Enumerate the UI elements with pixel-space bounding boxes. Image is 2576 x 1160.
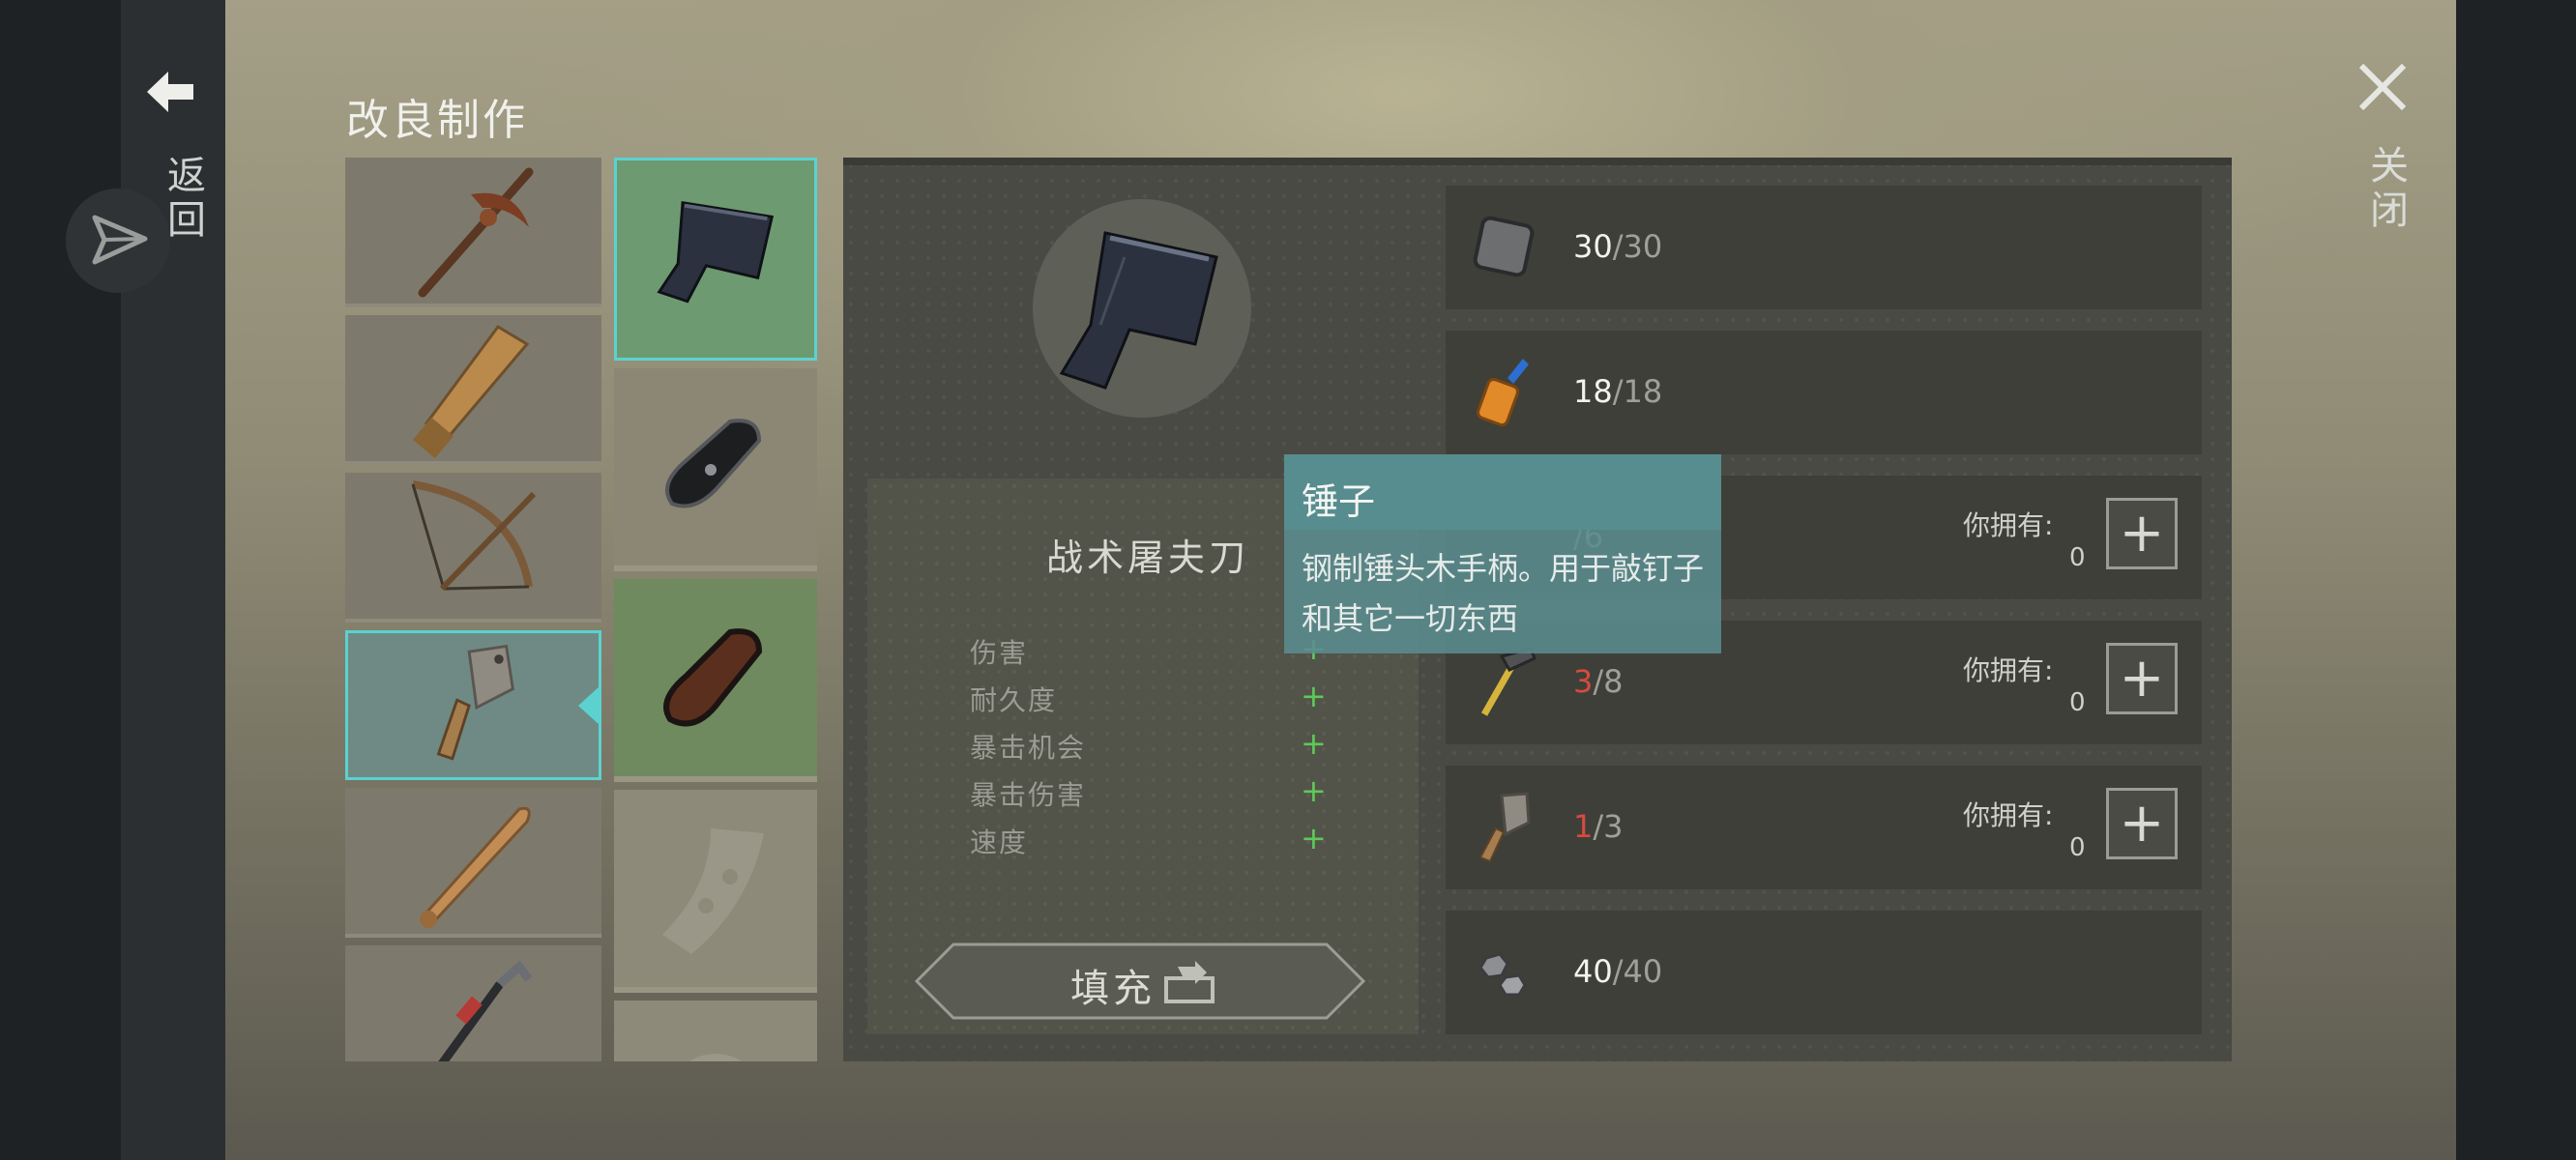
weapon-slot-plank[interactable] <box>345 315 601 465</box>
round-part-icon <box>688 1054 743 1061</box>
hammer-icon <box>1480 647 1537 716</box>
weapon-list[interactable] <box>345 158 601 1061</box>
back-arrow-icon <box>147 72 193 112</box>
page-title: 改良制作 <box>346 96 528 145</box>
material-count: 3/8 <box>1573 663 1624 700</box>
upgrade-slot-round-part[interactable] <box>614 1000 817 1061</box>
fill-button-label: 填充 <box>1070 967 1156 1011</box>
weapon-slot-bat[interactable] <box>345 788 601 938</box>
stat-label: 暴击伤害 <box>970 779 1087 811</box>
plus-icon: + <box>2119 792 2165 855</box>
cleaver-icon <box>436 644 514 761</box>
selection-pointer <box>578 686 600 725</box>
tooltip-title: 锤子 <box>1302 480 1376 523</box>
add-material-button[interactable]: + <box>2106 498 2178 569</box>
send-icon <box>92 215 148 265</box>
stat-value: + <box>1301 820 1327 856</box>
craft-panel-top-border <box>843 158 2232 165</box>
stat-label: 速度 <box>970 826 1029 858</box>
tactical-cleaver-icon <box>657 201 775 304</box>
screen-left-edge <box>0 0 121 1160</box>
fill-icon <box>1164 961 1215 1003</box>
black-grip-icon <box>665 419 762 508</box>
stat-value: + <box>1301 772 1327 809</box>
tooltip-description: 钢制锤头木手柄。用于敲钉子和其它一切东西 <box>1302 550 1705 637</box>
crossbow-icon <box>411 480 537 592</box>
upgrade-slot-tactical-cleaver[interactable] <box>614 158 817 361</box>
weapon-slot-crossbow[interactable] <box>345 473 601 623</box>
screen-right-edge <box>2456 0 2576 1160</box>
owned-value: 0 <box>2069 543 2086 572</box>
material-count: 30/30 <box>1573 228 1663 265</box>
upgrade-slot-wooden-grip[interactable] <box>614 579 817 782</box>
material-row <box>1446 766 2202 889</box>
close-label: 关闭 <box>2363 145 2408 234</box>
item-preview <box>1033 199 1251 418</box>
material-row <box>1446 186 2202 309</box>
owned-value: 0 <box>2069 833 2086 862</box>
back-button[interactable] <box>143 68 201 116</box>
cleaver-icon <box>1478 792 1531 863</box>
plus-icon: + <box>2119 502 2165 565</box>
close-button[interactable] <box>2354 58 2412 116</box>
item-name: 战术屠夫刀 <box>1046 536 1250 579</box>
material-row <box>1446 911 2202 1034</box>
stat-label: 耐久度 <box>970 684 1058 716</box>
material-count: 18/18 <box>1573 373 1663 410</box>
upgrade-slot-blade-part[interactable] <box>614 790 817 993</box>
metal-plate-icon <box>1473 216 1535 277</box>
weapon-slot-crowbar[interactable] <box>345 945 601 1061</box>
stat-label: 暴击机会 <box>970 732 1087 764</box>
close-icon <box>2358 63 2407 111</box>
blade-part-icon <box>662 828 764 954</box>
wooden-grip-icon <box>663 628 763 727</box>
wooden-plank-icon <box>412 325 530 459</box>
tactical-cleaver-icon <box>1059 231 1218 390</box>
pickaxe-icon <box>418 167 534 298</box>
stat-value: + <box>1301 678 1327 714</box>
share-button[interactable] <box>66 188 170 293</box>
weapon-slot-pickaxe[interactable] <box>345 158 601 307</box>
baseball-bat-icon <box>420 806 531 928</box>
material-row <box>1446 331 2202 454</box>
plus-icon: + <box>2119 647 2165 710</box>
upgrade-slot-black-grip[interactable] <box>614 368 817 571</box>
material-count: 40/40 <box>1573 953 1663 990</box>
add-material-button[interactable]: + <box>2106 643 2178 714</box>
owned-label: 你拥有: <box>1963 799 2054 831</box>
nuts-bolts-icon <box>1478 952 1527 997</box>
glue-icon <box>1476 359 1529 427</box>
upgrade-list[interactable] <box>614 158 817 1061</box>
crowbar-icon <box>438 960 533 1061</box>
stat-label: 伤害 <box>970 637 1029 669</box>
owned-value: 0 <box>2069 688 2086 717</box>
weapon-slot-cleaver[interactable] <box>345 630 601 780</box>
material-tooltip: 锤子 钢制锤头木手柄。用于敲钉子和其它一切东西 <box>1284 454 1721 653</box>
owned-label: 你拥有: <box>1963 509 2054 541</box>
material-count: 1/3 <box>1573 808 1624 845</box>
add-material-button[interactable]: + <box>2106 788 2178 859</box>
owned-label: 你拥有: <box>1963 654 2054 686</box>
stat-value: + <box>1301 725 1327 762</box>
